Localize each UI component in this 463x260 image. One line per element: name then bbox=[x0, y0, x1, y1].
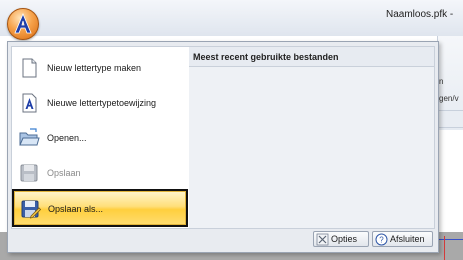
font-assignment-icon bbox=[18, 92, 40, 114]
app-logo-icon bbox=[14, 13, 32, 34]
options-label: Opties bbox=[331, 234, 358, 244]
window-title: Naamloos.pfk - bbox=[386, 9, 454, 20]
ribbon-fragment-middle: gen/v bbox=[439, 94, 459, 103]
ribbon-tab-strip bbox=[437, 110, 463, 128]
save-as-button[interactable]: Opslaan als... bbox=[14, 191, 186, 225]
command-list: Nieuw lettertype maken Nieuwe lettertype… bbox=[11, 46, 190, 229]
recent-files-panel: Meest recent gebruikte bestanden bbox=[189, 46, 435, 229]
guide-line-blue bbox=[437, 239, 463, 240]
options-button[interactable]: Opties bbox=[313, 231, 369, 247]
exit-label: Afsluiten bbox=[390, 234, 425, 244]
canvas-area bbox=[437, 130, 463, 232]
application-menu-button[interactable] bbox=[7, 8, 39, 40]
save-icon bbox=[18, 162, 40, 184]
save-as-label: Opslaan als... bbox=[48, 204, 104, 214]
open-label: Openen... bbox=[47, 133, 87, 143]
exit-button[interactable]: ? Afsluiten bbox=[372, 231, 433, 247]
recent-files-header: Meest recent gebruikte bestanden bbox=[189, 47, 434, 67]
ribbon-fragment-top: n bbox=[439, 77, 444, 86]
guide-line-red bbox=[444, 236, 445, 260]
save-label: Opslaan bbox=[47, 168, 81, 178]
open-button[interactable]: Openen... bbox=[14, 121, 186, 155]
application-menu: Nieuw lettertype maken Nieuwe lettertype… bbox=[7, 41, 439, 253]
new-font-label: Nieuw lettertype maken bbox=[47, 63, 142, 73]
new-document-icon bbox=[18, 57, 40, 79]
new-font-assignment-button[interactable]: Nieuwe lettertypetoewijzing bbox=[14, 86, 186, 120]
title-bar: Naamloos.pfk - bbox=[0, 0, 463, 36]
save-button[interactable]: Opslaan bbox=[14, 156, 186, 190]
open-folder-icon bbox=[18, 127, 40, 149]
new-font-assignment-label: Nieuwe lettertypetoewijzing bbox=[47, 98, 157, 108]
save-as-icon bbox=[19, 198, 42, 220]
svg-text:?: ? bbox=[379, 236, 384, 245]
options-icon bbox=[316, 233, 329, 250]
help-circle-icon: ? bbox=[375, 233, 388, 250]
new-font-button[interactable]: Nieuw lettertype maken bbox=[14, 51, 186, 85]
